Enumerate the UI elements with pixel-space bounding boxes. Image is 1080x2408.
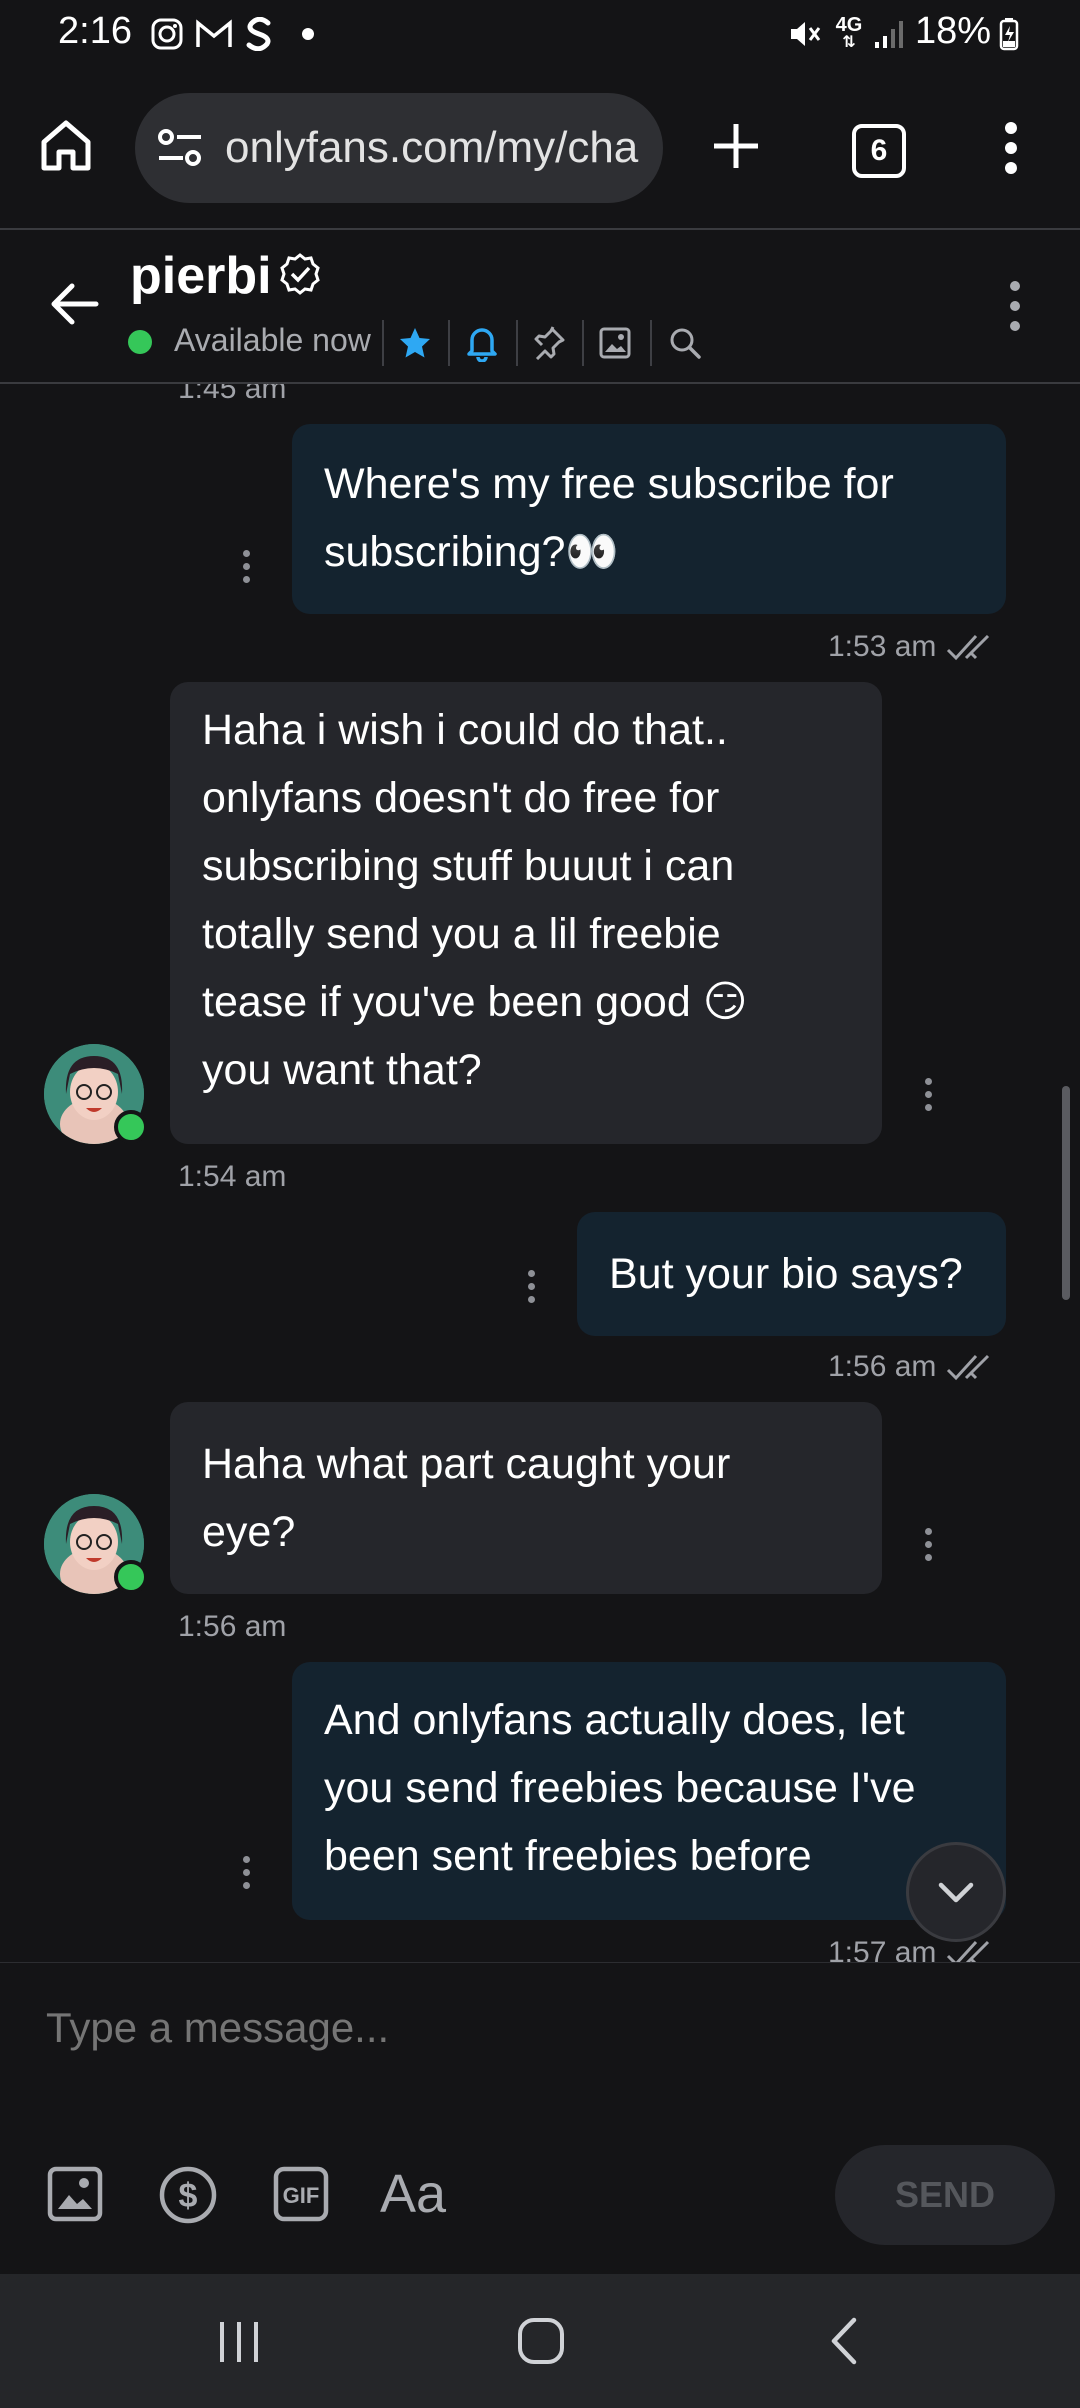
- status-bar: 2:16 4G ⇅ 18%: [0, 0, 1080, 68]
- tip-dollar-icon[interactable]: $: [158, 2165, 218, 2230]
- gif-icon[interactable]: GIF: [272, 2165, 330, 2228]
- signal-icon: [872, 14, 908, 54]
- system-navigation-bar: [0, 2274, 1080, 2408]
- message-list[interactable]: 1:45 am Where's my free subscribe for su…: [0, 384, 1080, 1962]
- svg-text:$: $: [179, 2177, 198, 2215]
- online-status-dot: [128, 330, 152, 354]
- scrollbar-thumb[interactable]: [1062, 1086, 1070, 1300]
- chat-header: pierbi Available now: [0, 230, 1080, 382]
- message-timestamp: 1:56 am: [828, 1350, 937, 1383]
- message-timestamp: 1:53 am: [828, 630, 937, 663]
- battery-percent: 18%: [915, 10, 992, 52]
- back-arrow-icon[interactable]: [46, 276, 102, 337]
- message-line: But your bio says?: [609, 1250, 963, 1298]
- new-tab-icon[interactable]: [708, 118, 764, 179]
- browser-menu-icon[interactable]: [1000, 120, 1022, 181]
- sent-message-bubble[interactable]: And onlyfans actually does, let you send…: [292, 1662, 1006, 1920]
- message-timestamp: 1:45 am: [178, 384, 287, 405]
- message-line: tease if you've been good 😏: [202, 978, 748, 1026]
- message-timestamp: 1:56 am: [178, 1610, 287, 1643]
- divider: [448, 320, 450, 366]
- favorite-star-icon[interactable]: [398, 326, 432, 365]
- chevron-down-icon: [938, 1882, 974, 1903]
- notification-dot-icon: [302, 28, 314, 40]
- online-indicator: [114, 1560, 148, 1594]
- message-line: Haha i wish i could do that..: [202, 706, 728, 754]
- divider: [382, 320, 384, 366]
- received-message-bubble[interactable]: Haha i wish i could do that.. onlyfans d…: [170, 682, 882, 1144]
- message-line: been sent freebies before: [324, 1832, 812, 1880]
- message-line: eye?: [202, 1508, 296, 1556]
- message-options-icon[interactable]: [243, 550, 251, 589]
- url-text[interactable]: onlyfans.com/my/cha: [225, 123, 638, 173]
- message-input[interactable]: [44, 2003, 948, 2053]
- network-type: 4G: [835, 14, 863, 36]
- message-line: subscribing?👀: [324, 528, 619, 576]
- message-timestamp: 1:57 am: [828, 1936, 937, 1962]
- availability-status: Available now: [174, 322, 371, 358]
- read-receipt-icon: [946, 632, 1000, 669]
- notification-bell-icon[interactable]: [464, 324, 500, 367]
- scroll-to-bottom-button[interactable]: [906, 1842, 1006, 1942]
- tab-switcher-button[interactable]: 6: [852, 124, 906, 178]
- divider: [650, 320, 652, 366]
- attach-image-icon[interactable]: [46, 2165, 104, 2228]
- network-4g-icon: 4G ⇅: [835, 14, 863, 51]
- gmail-icon: [194, 14, 234, 54]
- instagram-icon: [150, 14, 184, 54]
- search-icon[interactable]: [668, 326, 702, 365]
- message-line: you send freebies because I've: [324, 1764, 916, 1812]
- message-options-icon[interactable]: [925, 1528, 933, 1567]
- message-options-icon[interactable]: [528, 1270, 536, 1309]
- message-line: Haha what part caught your: [202, 1440, 731, 1488]
- contact-name[interactable]: pierbi: [130, 246, 272, 306]
- read-receipt-icon: [946, 1352, 1000, 1389]
- divider: [582, 320, 584, 366]
- message-line: totally send you a lil freebie: [202, 910, 721, 958]
- svg-text:GIF: GIF: [283, 2183, 320, 2208]
- home-icon[interactable]: [38, 118, 94, 179]
- message-line: And onlyfans actually does, let: [324, 1696, 905, 1744]
- shazam-icon: [244, 14, 274, 54]
- message-options-icon[interactable]: [925, 1078, 933, 1117]
- online-indicator: [114, 1110, 148, 1144]
- battery-icon: [996, 14, 1022, 54]
- sent-message-bubble[interactable]: Where's my free subscribe for subscribin…: [292, 424, 1006, 614]
- message-line: onlyfans doesn't do free for: [202, 774, 720, 822]
- message-line: Where's my free subscribe for: [324, 460, 894, 508]
- text-format-button[interactable]: Aa: [380, 2163, 446, 2225]
- address-bar[interactable]: onlyfans.com/my/cha: [135, 93, 663, 203]
- message-line: you want that?: [202, 1046, 482, 1094]
- media-gallery-icon[interactable]: [598, 326, 632, 365]
- back-nav-icon[interactable]: [824, 2316, 864, 2371]
- message-composer: $ GIF Aa SEND: [0, 1963, 1080, 2273]
- site-settings-icon[interactable]: [157, 127, 203, 174]
- chat-options-icon[interactable]: [1004, 278, 1026, 339]
- received-message-bubble[interactable]: Haha what part caught your eye?: [170, 1402, 882, 1594]
- sent-message-bubble[interactable]: But your bio says?: [577, 1212, 1006, 1336]
- home-button-icon[interactable]: [516, 2316, 566, 2371]
- divider: [516, 320, 518, 366]
- browser-toolbar: onlyfans.com/my/cha 6: [0, 76, 1080, 228]
- mute-icon: [786, 14, 822, 54]
- message-timestamp: 1:54 am: [178, 1160, 287, 1193]
- pin-icon[interactable]: [532, 326, 566, 365]
- status-time: 2:16: [58, 10, 132, 52]
- message-options-icon[interactable]: [243, 1856, 251, 1895]
- recent-apps-icon[interactable]: [214, 2318, 264, 2371]
- send-button[interactable]: SEND: [835, 2145, 1055, 2245]
- message-line: subscribing stuff buuut i can: [202, 842, 735, 890]
- verified-badge-icon: [278, 252, 322, 301]
